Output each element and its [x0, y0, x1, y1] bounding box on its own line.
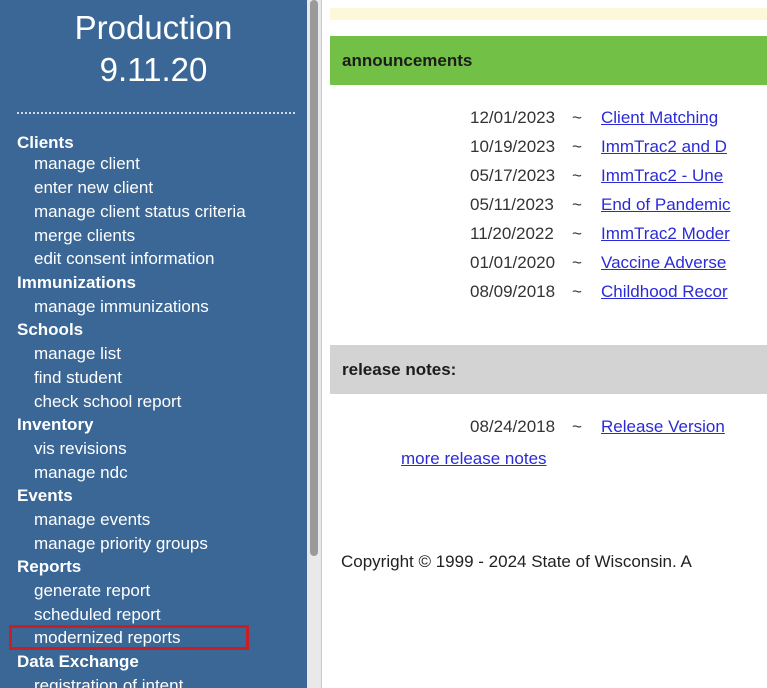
- nav-item-manage-client-status-criteria[interactable]: manage client status criteria: [34, 202, 246, 222]
- scrollbar-thumb[interactable]: [310, 0, 318, 556]
- nav-item-edit-consent-information[interactable]: edit consent information: [34, 249, 215, 269]
- release-notes-header: release notes:: [330, 345, 767, 394]
- announcement-row: 05/11/2023 ~ End of Pandemic: [470, 195, 730, 215]
- nav-item-check-school-report[interactable]: check school report: [34, 392, 181, 412]
- announcement-row: 08/09/2018 ~ Childhood Recor: [470, 282, 728, 302]
- announcement-date: 08/09/2018: [470, 282, 556, 301]
- more-release-notes-link[interactable]: more release notes: [401, 449, 547, 469]
- nav-section-data-exchange: Data Exchange: [17, 652, 139, 671]
- announcement-date: 10/19/2023: [470, 137, 556, 156]
- nav-item-registration-of-intent[interactable]: registration of intent: [34, 676, 183, 688]
- environment-title: Production: [74, 9, 233, 46]
- nav-item-manage-immunizations[interactable]: manage immunizations: [34, 297, 209, 317]
- announcement-link[interactable]: ImmTrac2 and D: [601, 137, 727, 156]
- nav-section-inventory: Inventory: [17, 415, 94, 434]
- announcement-date: 05/17/2023: [470, 166, 556, 185]
- release-note-row: 08/24/2018 ~ Release Version: [470, 417, 725, 437]
- announcement-date: 11/20/2022: [470, 224, 554, 243]
- announcement-row: 11/20/2022 ~ ImmTrac2 Moder: [470, 224, 730, 244]
- announcement-date: 01/01/2020: [470, 253, 556, 272]
- nav-section-clients: Clients: [17, 133, 74, 152]
- copyright-text: Copyright © 1999 - 2024 State of Wiscons…: [341, 552, 692, 571]
- announcement-row: 12/01/2023 ~ Client Matching: [470, 108, 718, 128]
- announcement-date: 05/11/2023: [470, 195, 554, 214]
- nav-item-manage-priority-groups[interactable]: manage priority groups: [34, 534, 208, 554]
- nav-item-manage-client[interactable]: manage client: [34, 154, 140, 174]
- nav-section-immunizations: Immunizations: [17, 273, 137, 292]
- announcement-date: 12/01/2023: [470, 108, 556, 127]
- nav-item-find-student[interactable]: find student: [34, 368, 122, 388]
- nav-section-events: Events: [17, 486, 73, 505]
- separator: ~: [572, 224, 582, 243]
- separator: ~: [572, 417, 582, 436]
- announcement-row: 05/17/2023 ~ ImmTrac2 - Une: [470, 166, 723, 186]
- nav-section-reports: Reports: [17, 557, 82, 576]
- frame-divider: [321, 0, 322, 688]
- dotted-divider: [17, 112, 295, 114]
- nav-item-vis-revisions[interactable]: vis revisions: [34, 439, 127, 459]
- version-number: 9.11.20: [99, 51, 208, 88]
- nav-item-scheduled-report[interactable]: scheduled report: [34, 605, 161, 625]
- nav-item-merge-clients[interactable]: merge clients: [34, 226, 135, 246]
- top-notice-bar: [330, 8, 767, 20]
- announcement-link[interactable]: ImmTrac2 - Une: [601, 166, 723, 185]
- separator: ~: [572, 108, 582, 127]
- announcements-header: announcements: [330, 36, 767, 85]
- announcement-row: 10/19/2023 ~ ImmTrac2 and D: [470, 137, 727, 157]
- announcement-link[interactable]: End of Pandemic: [601, 195, 730, 214]
- announcement-link[interactable]: Client Matching: [601, 108, 718, 127]
- announcement-link[interactable]: Childhood Recor: [601, 282, 728, 301]
- separator: ~: [572, 282, 582, 301]
- release-note-link[interactable]: Release Version: [601, 417, 725, 436]
- separator: ~: [572, 195, 582, 214]
- nav-item-enter-new-client[interactable]: enter new client: [34, 178, 153, 198]
- separator: ~: [572, 137, 582, 156]
- nav-section-schools: Schools: [17, 320, 84, 339]
- nav-item-manage-ndc[interactable]: manage ndc: [34, 463, 128, 483]
- announcement-link[interactable]: Vaccine Adverse: [601, 253, 726, 272]
- announcement-row: 01/01/2020 ~ Vaccine Adverse: [470, 253, 726, 273]
- nav-item-manage-list[interactable]: manage list: [34, 344, 121, 364]
- nav-item-generate-report[interactable]: generate report: [34, 581, 150, 601]
- separator: ~: [572, 166, 582, 185]
- separator: ~: [572, 253, 582, 272]
- sidebar-nav: Production 9.11.20 Clients manage client…: [0, 0, 307, 688]
- release-date: 08/24/2018: [470, 417, 556, 436]
- announcement-link[interactable]: ImmTrac2 Moder: [601, 224, 730, 243]
- nav-item-manage-events[interactable]: manage events: [34, 510, 150, 530]
- modernized-reports-highlight: [9, 625, 249, 650]
